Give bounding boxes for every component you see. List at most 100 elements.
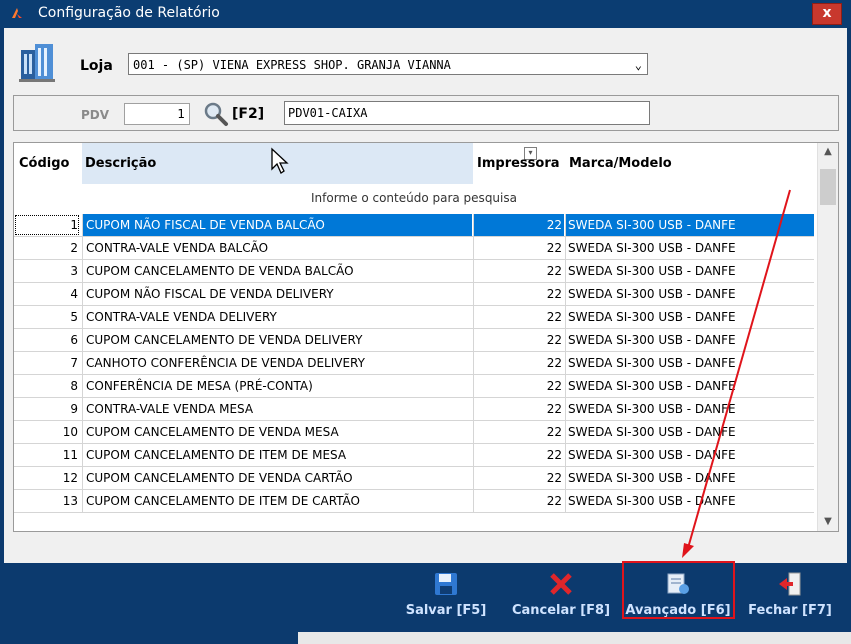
cell-codigo: 6 (70, 333, 78, 347)
search-hint[interactable]: Informe o conteúdo para pesquisa (14, 191, 814, 205)
cell-descricao: CONFERÊNCIA DE MESA (PRÉ-CONTA) (82, 375, 472, 397)
cell-marca: SWEDA SI-300 USB - DANFE (565, 329, 814, 351)
f2-shortcut-label: [F2] (232, 106, 265, 122)
table-row[interactable]: 12 CUPOM CANCELAMENTO DE VENDA CARTÃO 22 SW… (14, 467, 814, 490)
close-form-label: Fechar [F7] (748, 603, 832, 618)
cell-impressora: 22 (473, 237, 564, 259)
cell-impressora: 22 (473, 329, 564, 351)
cell-descricao: CONTRA-VALE VENDA BALCÃO (82, 237, 472, 259)
table-row[interactable]: 10 CUPOM CANCELAMENTO DE VENDA MESA 22 SWED… (14, 421, 814, 444)
cell-impressora: 22 (473, 260, 564, 282)
report-grid: Código Descrição ▾ Impressora Marca/Mode… (13, 142, 839, 532)
cell-descricao: CUPOM NÃO FISCAL DE VENDA BALCÃO (82, 214, 472, 236)
cell-marca: SWEDA SI-300 USB - DANFE (565, 375, 814, 397)
cell-impressora: 22 (473, 467, 564, 489)
pdv-panel: PDV 1 [F2] PDV01-CAIXA (13, 95, 839, 131)
cell-marca: SWEDA SI-300 USB - DANFE (565, 237, 814, 259)
column-header-marca[interactable]: Marca/Modelo (569, 143, 769, 184)
table-row[interactable]: 13 CUPOM CANCELAMENTO DE ITEM DE CARTÃO 22… (14, 490, 814, 513)
cell-descricao: CUPOM CANCELAMENTO DE VENDA BALCÃO (82, 260, 472, 282)
cell-codigo: 5 (70, 310, 78, 324)
cell-marca: SWEDA SI-300 USB - DANFE (565, 352, 814, 374)
cell-marca: SWEDA SI-300 USB - DANFE (565, 260, 814, 282)
column-header-impressora[interactable]: Impressora (477, 143, 565, 184)
table-row[interactable]: 5 CONTRA-VALE VENDA DELIVERY 22 SWEDA SI-30… (14, 306, 814, 329)
title-bar: Configuração de Relatório x (0, 0, 851, 28)
scroll-up-icon[interactable]: ▲ (818, 143, 838, 161)
cell-codigo: 13 (62, 494, 78, 508)
save-button[interactable]: Salvar [F5] (403, 567, 489, 623)
cell-impressora: 22 (473, 421, 564, 443)
cell-descricao: CUPOM CANCELAMENTO DE VENDA DELIVERY (82, 329, 472, 351)
table-row[interactable]: 1 CUPOM NÃO FISCAL DE VENDA BALCÃO 22 SWEDA… (14, 214, 814, 237)
status-strip (0, 628, 851, 644)
mouse-cursor-icon (271, 147, 289, 174)
cell-codigo: 12 (62, 471, 78, 485)
status-segment (298, 632, 851, 644)
cell-descricao: CUPOM CANCELAMENTO DE VENDA MESA (82, 421, 472, 443)
cell-codigo: 8 (70, 379, 78, 393)
table-row[interactable]: 6 CUPOM CANCELAMENTO DE VENDA DELIVERY 22 S… (14, 329, 814, 352)
table-row[interactable]: 9 CONTRA-VALE VENDA MESA 22 SWEDA SI-300 US… (14, 398, 814, 421)
cell-descricao: CUPOM NÃO FISCAL DE VENDA DELIVERY (82, 283, 472, 305)
cell-marca: SWEDA SI-300 USB - DANFE (565, 444, 814, 466)
close-form-button[interactable]: Fechar [F7] (745, 567, 835, 623)
cell-marca: SWEDA SI-300 USB - DANFE (565, 214, 814, 236)
chevron-down-icon[interactable]: ⌄ (635, 54, 642, 76)
scroll-down-icon[interactable]: ▼ (818, 513, 838, 531)
cell-codigo: 11 (62, 448, 78, 462)
cancel-button[interactable]: Cancelar [F8] (510, 567, 612, 623)
cell-impressora: 22 (473, 375, 564, 397)
vertical-scrollbar[interactable]: ▲ ▼ (817, 143, 838, 531)
table-row[interactable]: 2 CONTRA-VALE VENDA BALCÃO 22 SWEDA SI-300 … (14, 237, 814, 260)
close-button[interactable]: x (812, 3, 842, 25)
cell-codigo: 10 (62, 425, 78, 439)
cell-descricao: CONTRA-VALE VENDA DELIVERY (82, 306, 472, 328)
cell-descricao: CANHOTO CONFERÊNCIA DE VENDA DELIVERY (82, 352, 472, 374)
scroll-thumb[interactable] (820, 169, 836, 205)
cell-codigo: 7 (70, 356, 78, 370)
cell-codigo: 9 (70, 402, 78, 416)
save-label: Salvar [F5] (405, 603, 487, 618)
floppy-disk-icon (435, 573, 457, 595)
pdv-label: PDV (81, 108, 110, 122)
cell-marca: SWEDA SI-300 USB - DANFE (565, 490, 814, 512)
cancel-label: Cancelar [F8] (511, 603, 611, 618)
cell-codigo: 4 (70, 287, 78, 301)
pdv-number-input[interactable]: 1 (124, 103, 190, 125)
cell-marca: SWEDA SI-300 USB - DANFE (565, 398, 814, 420)
table-row[interactable]: 3 CUPOM CANCELAMENTO DE VENDA BALCÃO 22 SWE… (14, 260, 814, 283)
column-header-descricao-label: Descrição (85, 156, 157, 171)
cell-codigo: 3 (70, 264, 78, 278)
cell-marca: SWEDA SI-300 USB - DANFE (565, 467, 814, 489)
cell-marca: SWEDA SI-300 USB - DANFE (565, 306, 814, 328)
cell-impressora: 22 (473, 214, 564, 236)
app-icon (12, 8, 22, 18)
search-icon[interactable] (203, 101, 229, 127)
pdv-description-field[interactable]: PDV01-CAIXA (284, 101, 650, 125)
loja-select[interactable]: 001 - (SP) VIENA EXPRESS SHOP. GRANJA VI… (128, 53, 648, 75)
cell-impressora: 22 (473, 444, 564, 466)
cell-impressora: 22 (473, 352, 564, 374)
cell-codigo: 2 (70, 241, 78, 255)
column-header-codigo[interactable]: Código (19, 143, 79, 184)
cell-codigo: 1 (14, 214, 80, 236)
loja-selected-value: 001 - (SP) VIENA EXPRESS SHOP. GRANJA VI… (133, 58, 451, 72)
table-row[interactable]: 8 CONFERÊNCIA DE MESA (PRÉ-CONTA) 22 SWEDA … (14, 375, 814, 398)
window-title: Configuração de Relatório (38, 5, 220, 21)
cell-descricao: CUPOM CANCELAMENTO DE ITEM DE MESA (82, 444, 472, 466)
cell-marca: SWEDA SI-300 USB - DANFE (565, 421, 814, 443)
table-row[interactable]: 4 CUPOM NÃO FISCAL DE VENDA DELIVERY 22 SWE… (14, 283, 814, 306)
cell-impressora: 22 (473, 306, 564, 328)
table-row[interactable]: 11 CUPOM CANCELAMENTO DE ITEM DE MESA 22 SW… (14, 444, 814, 467)
cell-impressora: 22 (473, 490, 564, 512)
form-body: Loja 001 - (SP) VIENA EXPRESS SHOP. GRAN… (4, 28, 847, 563)
loja-label: Loja (80, 58, 113, 74)
cell-impressora: 22 (473, 283, 564, 305)
table-row[interactable]: 7 CANHOTO CONFERÊNCIA DE VENDA DELIVERY 22… (14, 352, 814, 375)
cell-descricao: CUPOM CANCELAMENTO DE ITEM DE CARTÃO (82, 490, 472, 512)
red-x-icon (550, 573, 572, 595)
store-building-icon (19, 44, 55, 82)
cell-marca: SWEDA SI-300 USB - DANFE (565, 283, 814, 305)
cell-descricao: CUPOM CANCELAMENTO DE VENDA CARTÃO (82, 467, 472, 489)
